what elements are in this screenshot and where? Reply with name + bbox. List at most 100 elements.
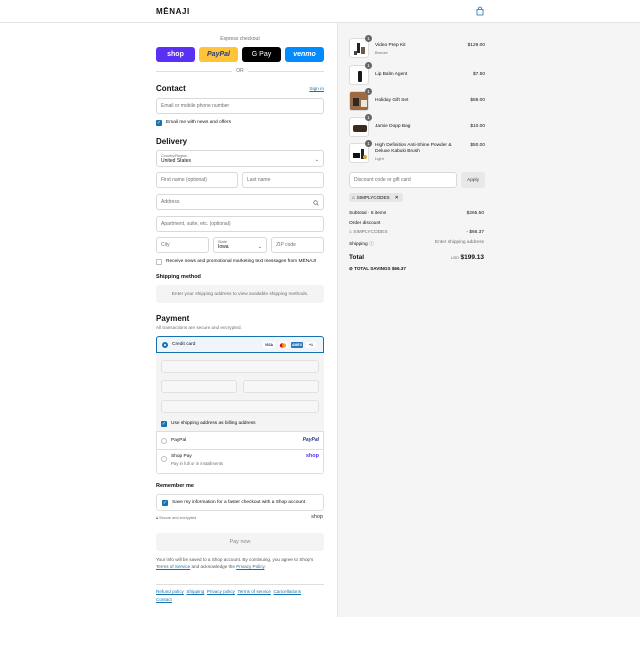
credit-card-radio[interactable] [162,342,168,348]
legal-dot: . [264,564,266,569]
email-placeholder: Email or mobile phone number [161,103,230,109]
lock-icon: 🔒︎ [156,516,159,520]
help-icon[interactable]: ⓘ [369,242,374,247]
or-divider: OR [156,68,324,74]
billing-checkbox-label: Use shipping address as billing address [171,421,256,426]
discount-value: - $66.37 [466,230,484,235]
apartment-placeholder: Apartment, suite, etc. (optional) [161,221,231,227]
save-info-checkbox[interactable]: ✓ [162,500,168,506]
payment-subtitle: All transactions are secure and encrypte… [156,325,242,330]
quantity-badge: 1 [365,35,372,42]
first-name-placeholder: First name (optional) [161,177,207,183]
contact-heading: Contact [156,84,186,93]
address-field[interactable]: Address [156,194,324,210]
apartment-field[interactable]: Apartment, suite, etc. (optional) [156,216,324,232]
address-placeholder: Address [161,199,180,205]
item-name: Video Prep Kit [375,43,406,48]
item-name: Holiday Gift Set [375,98,409,103]
brand-logo[interactable]: MĒNAJI [156,7,190,16]
city-field[interactable]: City [156,237,209,253]
item-price: $69.00 [470,98,485,103]
credit-card-option[interactable]: Credit card VISA AMEX +1 [156,336,324,353]
expiration-field[interactable] [161,380,237,393]
subtotal-value: $265.50 [466,211,484,216]
order-discount-label: Order discount [349,221,381,226]
state-select[interactable]: State Iowa ⌄ [213,237,267,253]
security-code-field[interactable] [243,380,319,393]
quantity-badge: 1 [365,114,372,121]
apply-button[interactable]: Apply [461,172,485,188]
line-item: 1 Holiday Gift Set $69.00 [349,88,485,111]
line-item: 1 Video Prep Kit Bronze $129.00 [349,35,485,58]
subtotal-label: Subtotal · 5 items [349,211,387,216]
remember-me-box: ✓ Save my information for a faster check… [156,494,324,511]
name-on-card-field[interactable] [161,400,319,413]
line-item: 1 Lip Balm Agent $7.50 [349,62,485,85]
delivery-heading: Delivery [156,137,188,146]
tag-icon: ⌂ [349,230,352,235]
google-pay-button[interactable]: G Pay [242,47,281,62]
paypal-button[interactable]: PayPal [199,47,238,62]
refund-policy-link[interactable]: Refund policy [156,589,184,594]
discount-tag: ⌂ SIMPLYCODES ✕ [349,193,403,202]
paypal-option-label[interactable]: PayPal [171,438,186,443]
remember-me-heading: Remember me [156,483,194,489]
shop-pay-radio[interactable] [161,456,167,462]
sms-checkbox[interactable] [156,259,162,265]
country-value: United States [161,157,192,164]
billing-checkbox[interactable]: ✓ [161,421,167,427]
terms-of-service-link[interactable]: Terms of service [237,589,270,594]
search-icon [313,200,319,206]
bag-icon[interactable] [475,6,485,16]
line-item: 1 Jamie Dopp Bag $10.00 [349,114,485,137]
news-checkbox-label: Email me with news and offers [166,120,231,125]
shop-pay-subtitle: Pay in full or in installments [171,461,224,466]
save-info-label: Save my information for a faster checkou… [172,500,306,505]
item-variant: Light [375,156,384,161]
sign-in-link[interactable]: Sign in [309,87,324,92]
email-field[interactable]: Email or mobile phone number [156,98,324,114]
news-checkbox[interactable]: ✓ [156,120,162,126]
discount-code-field[interactable]: Discount code or gift card [349,172,457,188]
item-name: Jamie Dopp Bag [375,124,411,129]
paypal-logo-icon: PayPal [302,437,319,443]
quantity-badge: 1 [365,140,372,147]
shipping-row: Shipping ⓘ Enter shipping address [349,240,484,247]
zip-placeholder: ZIP code [276,242,296,248]
last-name-field[interactable]: Last name [242,172,324,188]
close-icon[interactable]: ✕ [395,195,399,201]
chevron-down-icon: ⌄ [257,244,262,250]
sms-checkbox-label: Receive news and promotional marketing t… [166,259,317,264]
country-select[interactable]: Country/Region United States ⌄ [156,150,324,167]
paypal-radio[interactable] [161,438,167,444]
privacy-policy-link[interactable]: Privacy Policy [236,564,264,569]
discount-code-label: SIMPLYCODES [353,230,388,235]
shop-logo-icon: shop [305,453,319,459]
total-savings-label: TOTAL SAVINGS [354,266,391,271]
secure-note: 🔒︎ Secure and encrypted [156,516,196,520]
discount-tag-label: SIMPLYCODES [356,195,390,200]
pay-now-button[interactable]: Pay now [156,533,324,551]
amex-icon: AMEX [291,342,303,348]
shipping-method-heading: Shipping method [156,274,201,280]
terms-of-service-link[interactable]: Terms of Service [156,564,190,569]
line-item: 1 High Definition Anti-Shine Powder & De… [349,140,485,165]
shop-pay-button[interactable]: shop [156,47,195,62]
credit-card-label: Credit card [172,342,196,347]
total-value: $199.13 [460,254,485,261]
card-number-field[interactable] [161,360,319,373]
order-summary-panel [337,23,640,617]
secure-text: Secure and encrypted [159,516,197,520]
currency-code: USD [450,255,460,260]
venmo-button[interactable]: venmo [285,47,324,62]
privacy-policy-link[interactable]: Privacy policy [207,589,235,594]
last-name-placeholder: Last name [247,177,271,183]
shop-pay-option-label[interactable]: Shop Pay [171,454,192,459]
shipping-value: Enter shipping address [434,240,484,245]
more-cards-badge: +1 [306,342,316,348]
zip-field[interactable]: ZIP code [271,237,324,253]
contact-link[interactable]: Contact [156,597,172,602]
first-name-field[interactable]: First name (optional) [156,172,238,188]
cancellations-link[interactable]: Cancellations [273,589,301,594]
shipping-link[interactable]: Shipping [186,589,204,594]
